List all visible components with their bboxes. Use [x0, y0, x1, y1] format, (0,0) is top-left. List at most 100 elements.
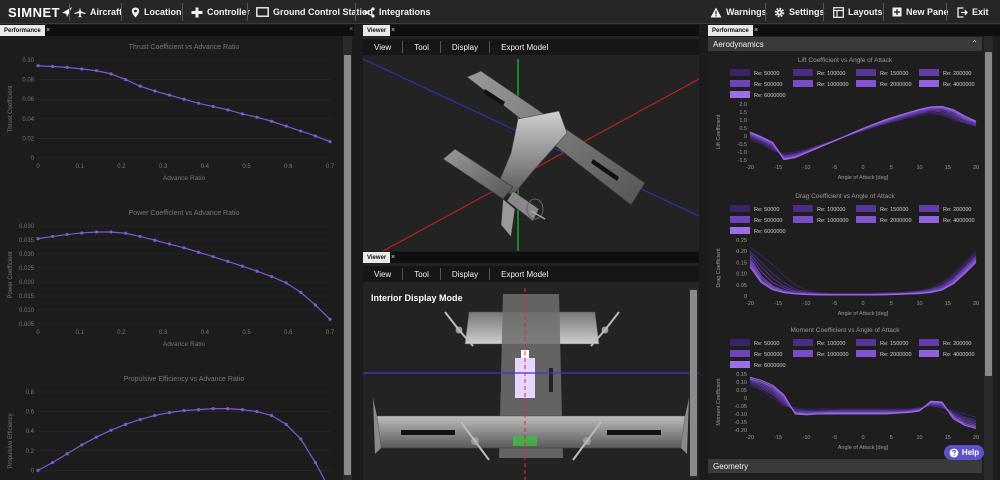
data-point [270, 119, 274, 123]
help-button[interactable]: Help [944, 445, 984, 460]
menu-view[interactable]: View [363, 268, 404, 280]
new-pane-button[interactable]: New Pane [892, 0, 949, 24]
gamepad-icon [191, 7, 203, 17]
x-tick-label: 0.2 [117, 330, 126, 336]
chart-title: Lift Coefficient vs Angle of Attack [798, 57, 893, 64]
y-tick-label: 0.025 [19, 266, 35, 272]
data-point [182, 409, 186, 413]
series-line [749, 378, 977, 429]
tab-label: Viewer [367, 27, 387, 34]
x-axis-label: Angle of Attack [deg] [838, 311, 889, 317]
legend-label: Re: 2000000 [880, 352, 912, 358]
data-point [109, 428, 113, 432]
data-point [284, 422, 288, 426]
tab-performance-left[interactable]: Performance [0, 25, 45, 36]
pane-close-button[interactable]: × [349, 26, 353, 33]
series-line [749, 105, 977, 161]
menu-view[interactable]: View [363, 41, 404, 53]
warnings-button[interactable]: Warnings [710, 0, 767, 24]
tab-close-button[interactable]: × [391, 25, 395, 36]
legend-label: Re: 500000 [754, 352, 782, 358]
menu-export-model[interactable]: Export Model [490, 268, 559, 280]
data-point [270, 274, 274, 279]
menu-export-model[interactable]: Export Model [490, 41, 559, 53]
tab-close-button[interactable]: × [754, 25, 758, 36]
y-tick-label: 0.25 [736, 238, 747, 244]
settings-button[interactable]: Settings [774, 0, 825, 24]
legend-label: Re: 4000000 [943, 352, 975, 358]
data-point [138, 417, 142, 422]
menu-display[interactable]: Display [441, 41, 491, 53]
legend-swatch [919, 350, 939, 357]
legend-swatch [730, 216, 750, 223]
nav-location-button[interactable]: Location [131, 0, 182, 24]
layouts-button[interactable]: Layouts [833, 0, 883, 24]
tab-viewer-bottom[interactable]: Viewer [363, 252, 391, 263]
accordion-geometry[interactable]: Geometry [708, 459, 982, 473]
help-label: Help [961, 448, 980, 457]
scrollbar-thumb[interactable] [690, 290, 697, 476]
legend-label: Re: 1000000 [817, 82, 849, 88]
y-tick-label: 0.04 [22, 117, 34, 123]
chart-title: Propulsive Efficiency vs Advance Ratio [124, 376, 245, 383]
menu-tool[interactable]: Tool [403, 268, 441, 280]
x-tick-label: 0.6 [284, 330, 293, 336]
nav-separator [946, 3, 947, 21]
x-tick-label: 20 [973, 435, 979, 441]
tab-close-button[interactable]: × [391, 252, 395, 263]
data-point [226, 407, 230, 411]
tab-performance-right[interactable]: Performance [708, 25, 753, 36]
legend-swatch [793, 205, 813, 212]
y-tick-label: 0.035 [19, 238, 35, 244]
data-point [153, 238, 157, 242]
legend-swatch [730, 91, 750, 98]
nav-aircraft-button[interactable]: Aircraft [74, 0, 122, 24]
plane-icon [74, 7, 86, 17]
data-point [284, 124, 288, 128]
x-tick-label: 15 [945, 165, 951, 171]
legend-swatch [919, 69, 939, 76]
nav-integrations-button[interactable]: Integrations [364, 0, 431, 24]
exit-button[interactable]: Exit [957, 0, 989, 24]
data-point [299, 129, 303, 133]
exit-icon [957, 6, 968, 18]
x-tick-label: 0 [861, 165, 864, 171]
menu-tool[interactable]: Tool [403, 41, 441, 53]
tab-strip [363, 25, 699, 36]
tab-close-button[interactable]: × [46, 25, 50, 36]
data-point [240, 112, 244, 116]
y-tick-label: 0.02 [22, 136, 34, 142]
y-tick-label: 0 [744, 134, 747, 140]
y-tick-label: 0 [31, 468, 35, 474]
menu-display[interactable]: Display [441, 268, 491, 280]
tab-viewer-top[interactable]: Viewer [363, 25, 391, 36]
x-tick-label: -15 [774, 301, 782, 307]
left-charts-canvas: Thrust Coefficient vs Advance Ratio0.100… [8, 44, 335, 480]
x-axis-label: Advance Ratio [163, 175, 206, 182]
scrollbar-thumb[interactable] [985, 52, 992, 376]
y-tick-label: 0.4 [26, 429, 35, 435]
scrollbar-thumb[interactable] [344, 55, 351, 475]
nav-separator [182, 3, 183, 21]
data-point [270, 413, 274, 418]
viewer-3d-isometric[interactable] [363, 59, 699, 251]
series-line [749, 111, 977, 156]
legend-label: Re: 500000 [754, 82, 782, 88]
x-tick-label: 0 [861, 435, 864, 441]
data-point [226, 108, 230, 112]
legend-label: Re: 100000 [817, 341, 845, 347]
viewer-3d-top-view[interactable] [363, 288, 699, 480]
data-point [313, 134, 317, 138]
accordion-aerodynamics[interactable]: Aerodynamics ⌃ [708, 37, 982, 51]
x-axis-label: Angle of Attack [deg] [838, 175, 889, 181]
nav-separator [823, 3, 824, 21]
y-tick-label: 1.5 [739, 110, 747, 116]
display-mode-label: Interior Display Mode [371, 293, 463, 303]
y-tick-label: -0.05 [734, 404, 747, 410]
y-tick-label: 0.10 [736, 272, 747, 278]
data-point [65, 65, 69, 69]
nav-controller-button[interactable]: Controller [191, 0, 250, 24]
viewer-panel-bottom: Viewer × View Tool Display Export Model [363, 252, 699, 480]
data-point [36, 468, 40, 472]
y-tick-label: 0 [744, 294, 747, 300]
